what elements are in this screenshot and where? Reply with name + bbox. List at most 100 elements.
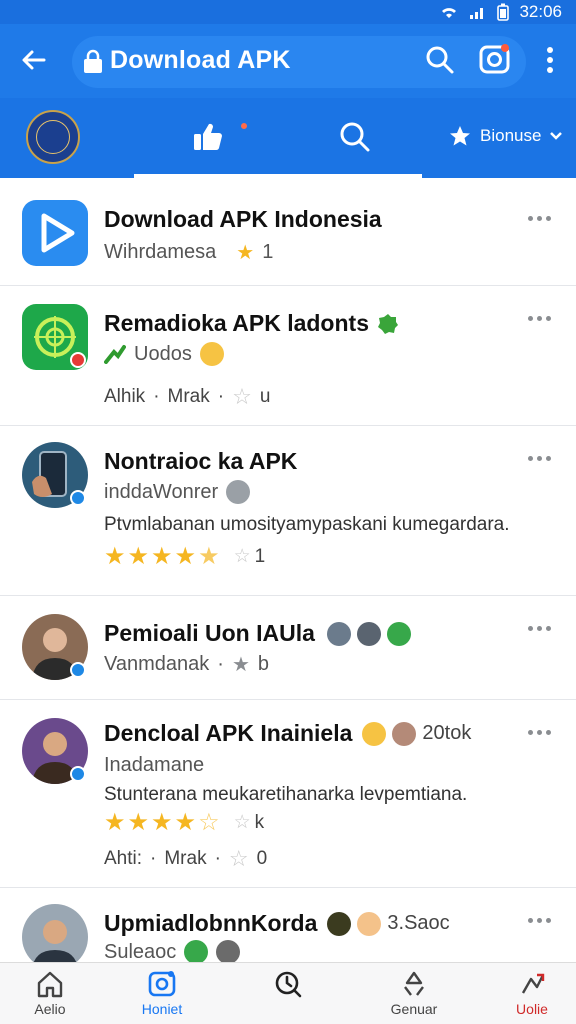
brand-logo[interactable]: [26, 110, 80, 164]
item-menu-button[interactable]: [528, 216, 552, 226]
friend-avatar-icon: [326, 621, 351, 646]
search-icon[interactable]: [424, 44, 456, 76]
rating-stars: ★ ★ ★ ★ ★ ☆ 1: [104, 542, 265, 571]
tab-favorites[interactable]: Bionuse: [448, 124, 563, 148]
item-meta-row: Ahti: · Mrak · ☆ 0: [104, 846, 267, 872]
item-description: Ptvmlabanan umosityamypaskani kumegardar…: [104, 514, 510, 535]
item-subtitle-row: Suleaoc: [104, 940, 241, 964]
separator: ·: [217, 386, 225, 407]
tab-favorites-label: Bionuse: [480, 126, 542, 145]
meta-left: Alhik: [104, 386, 146, 407]
item-name-text: UpmiadlobnnKorda: [104, 910, 318, 936]
list-item[interactable]: Dencloal APK Inainiela 20tok Inadamane S…: [0, 700, 576, 888]
notification-dot-icon: [241, 123, 247, 129]
emoji-icon: [199, 342, 224, 366]
separator: ·: [150, 848, 157, 869]
star-outline-icon: ☆: [233, 812, 251, 833]
battery-icon: [497, 3, 510, 21]
star-half-icon: ★: [198, 543, 220, 570]
signal-icon: [470, 8, 484, 19]
star-icon: ★: [174, 543, 197, 570]
play-icon: [41, 213, 75, 253]
item-subtitle-row: Uodos: [104, 342, 224, 366]
app-icon: [22, 200, 88, 266]
nav-honiet[interactable]: Honiet: [112, 969, 212, 1017]
list-item[interactable]: Nontraioc ka APK inddaWonrer Ptvmlabanan…: [0, 426, 576, 596]
more-vertical-icon[interactable]: [540, 44, 560, 76]
wifi-icon: [442, 8, 457, 18]
nav-genuar[interactable]: Genuar: [364, 969, 464, 1017]
meta-left: Ahti:: [104, 848, 143, 869]
person-icon: [32, 920, 78, 970]
recycle-icon: [404, 971, 424, 996]
star-outline-icon: ☆: [228, 846, 249, 871]
item-subtitle: inddaWonrer: [104, 480, 219, 503]
item-name: Remadioka APK ladonts: [104, 310, 399, 337]
avatar: [22, 904, 88, 970]
item-subtitle: Inadamane: [104, 754, 205, 776]
thumbs-up-icon[interactable]: [190, 120, 224, 154]
instagram-icon: [148, 971, 176, 997]
item-menu-button[interactable]: [528, 456, 552, 466]
instagram-icon[interactable]: [478, 42, 512, 76]
tab-search-icon[interactable]: [338, 120, 372, 154]
separator: ·: [217, 653, 224, 675]
item-menu-button[interactable]: [528, 316, 552, 326]
star-icon: ★: [151, 543, 173, 570]
chevron-down-icon: [550, 132, 563, 140]
verified-badge-icon: [377, 313, 398, 334]
list-item[interactable]: Pemioali Uon IAUla Vanmdanak · ★ b: [0, 596, 576, 700]
nav-uolie-label: Uolie: [516, 1001, 548, 1017]
meta-count: 0: [256, 848, 268, 869]
list-item[interactable]: UpmiadlobnnKorda 3.Saoc Suleaoc: [0, 888, 576, 970]
item-subtitle-row: inddaWonrer: [104, 480, 251, 504]
bottom-nav: Aelio Honiet Genuar Uolie: [0, 962, 576, 1024]
status-bar: 32:06: [0, 0, 576, 24]
item-name-suffix: 3.Saoc: [387, 912, 450, 934]
nav-uolie[interactable]: Uolie: [482, 969, 576, 1017]
online-dot: [70, 766, 86, 782]
star-icon: ★: [236, 242, 255, 264]
item-description: Stunterana meukaretihanarka levpemtiana.: [104, 784, 468, 805]
leaf-icon: [104, 345, 126, 364]
rating-stars: ★ ★ ★ ★ ☆ ☆ k: [104, 808, 264, 837]
star-icon: ★: [151, 809, 173, 836]
emoji-icon: [362, 721, 387, 746]
meta-count: u: [259, 386, 271, 407]
badge-icon: [184, 940, 209, 964]
globe-icon: [226, 480, 251, 504]
nav-activity[interactable]: [238, 969, 338, 1001]
rating-count: b: [257, 653, 269, 675]
star-outline-icon: ☆: [232, 384, 252, 409]
back-arrow-icon[interactable]: [18, 44, 50, 76]
tab-indicator: [134, 174, 422, 178]
star-half-icon: ☆: [198, 809, 220, 836]
status-dot: [70, 352, 86, 368]
meta-mid: Mrak: [164, 848, 207, 869]
star-icon: ★: [104, 809, 126, 836]
star-icon: ★: [104, 543, 126, 570]
item-name-text: Remadioka APK ladonts: [104, 310, 369, 336]
badge-icon: [386, 621, 411, 646]
item-name: Download APK Indonesia: [104, 206, 382, 232]
item-menu-button[interactable]: [528, 730, 552, 740]
home-icon: [37, 971, 63, 998]
item-subtitle: Wihrdamesa: [104, 241, 217, 263]
tab-bar: Bionuse: [0, 98, 576, 178]
rating-count: k: [254, 811, 265, 833]
rating-count: 1: [254, 545, 266, 567]
item-subtitle: Suleaoc: [104, 940, 177, 963]
item-meta-row: Alhik · Mrak · ☆ u: [104, 384, 270, 410]
list-item[interactable]: Remadioka APK ladonts Uodos Alhik · Mrak…: [0, 286, 576, 426]
rating-extra: ☆ 1: [234, 545, 266, 568]
list-item[interactable]: Download APK Indonesia Wihrdamesa ★ 1: [0, 180, 576, 286]
lock-icon: [84, 49, 102, 73]
nav-home[interactable]: Aelio: [0, 969, 100, 1017]
item-subtitle-row: Vanmdanak · ★ b: [104, 652, 269, 677]
clock-search-icon: [275, 971, 302, 998]
seal-ring: [36, 120, 70, 154]
online-dot: [70, 662, 86, 678]
item-menu-button[interactable]: [528, 918, 552, 928]
star-icon: [450, 126, 470, 146]
item-menu-button[interactable]: [528, 626, 552, 636]
